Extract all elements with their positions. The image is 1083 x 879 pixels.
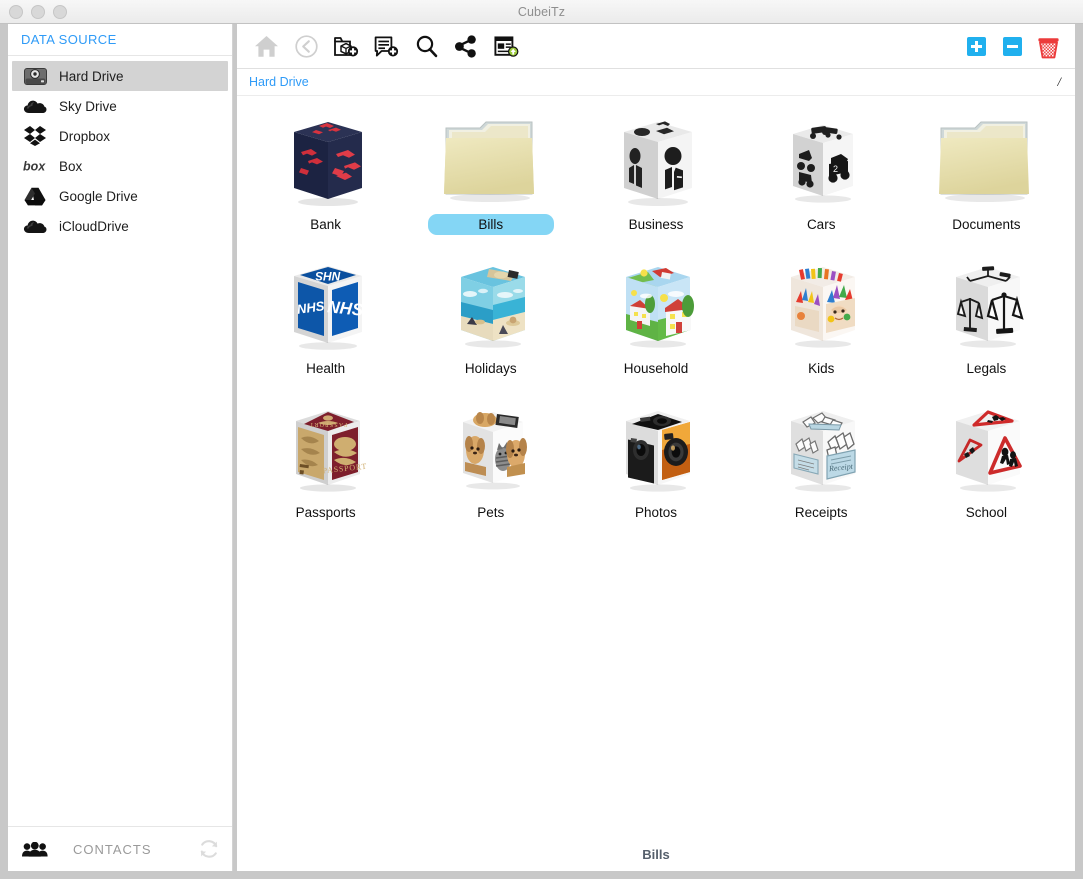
refresh-icon[interactable] — [198, 838, 220, 860]
bank-cube-icon — [261, 102, 391, 214]
grid-item-label: Health — [306, 361, 346, 376]
sidebar-item-box[interactable]: box Box — [12, 151, 228, 181]
grid-item-label: Business — [628, 217, 684, 232]
home-icon[interactable] — [251, 31, 281, 61]
breadcrumb-path: / — [1057, 74, 1061, 89]
grid-item-holidays[interactable]: Holidays — [408, 246, 573, 390]
grid-item-household[interactable]: Household — [573, 246, 738, 390]
grid-item-bank[interactable]: Bank — [243, 102, 408, 246]
grid-item-bills[interactable]: Bills — [408, 102, 573, 246]
sidebar-item-label: iCloudDrive — [59, 218, 129, 234]
kids-cube-icon — [756, 246, 886, 358]
dropbox-icon — [22, 125, 48, 147]
sidebar-item-hard-drive[interactable]: Hard Drive — [12, 61, 228, 91]
box-icon: box — [22, 155, 48, 177]
data-source-list: Hard Drive Sky Drive Dropbox box Box Goo… — [8, 56, 232, 826]
contacts-label: CONTACTS — [73, 841, 152, 857]
svg-text:NHS: NHS — [315, 269, 340, 283]
breadcrumb: Hard Drive / — [237, 69, 1075, 96]
grid-item-label: Receipts — [794, 505, 848, 520]
svg-text:PASSPORT: PASSPORT — [308, 421, 346, 427]
cube-grid: Bank Bills Business 2 Cars Documents NHS… — [237, 102, 1075, 534]
grid-item-label: Holidays — [464, 361, 517, 376]
status-bar: Bills — [237, 837, 1075, 871]
contacts-people-icon — [22, 838, 48, 860]
school-cube-icon — [921, 390, 1051, 502]
grid-item-label: Documents — [952, 217, 1021, 232]
grid-item-health[interactable]: NHS NHS NHS Health — [243, 246, 408, 390]
search-icon[interactable] — [411, 31, 441, 61]
photos-cube-icon — [591, 390, 721, 502]
sidebar-item-icloud-drive[interactable]: iCloudDrive — [12, 211, 228, 241]
svg-text:box: box — [23, 160, 46, 174]
grid-item-label: Legals — [966, 361, 1007, 376]
icloud-drive-icon — [22, 215, 48, 237]
sidebar-footer: CONTACTS — [8, 826, 232, 871]
grid-item-label: Bank — [310, 217, 341, 232]
grid-item-photos[interactable]: Photos — [573, 390, 738, 534]
cars-cube-icon: 2 — [756, 102, 886, 214]
grid-item-label: Pets — [477, 505, 505, 520]
toolbar — [237, 24, 1075, 69]
share-icon[interactable] — [451, 31, 481, 61]
svg-text:2: 2 — [833, 164, 838, 174]
grid-item-label: Kids — [808, 361, 835, 376]
sidebar-item-dropbox[interactable]: Dropbox — [12, 121, 228, 151]
holidays-cube-icon — [426, 246, 556, 358]
sidebar-item-sky-drive[interactable]: Sky Drive — [12, 91, 228, 121]
grid-item-passports[interactable]: PASSPORT PASSPORT Passports — [243, 390, 408, 534]
grid-item-label: Cars — [806, 217, 836, 232]
back-icon[interactable] — [291, 31, 321, 61]
grid-item-cars[interactable]: 2 Cars — [739, 102, 904, 246]
legals-cube-icon — [921, 246, 1051, 358]
bills-folder-icon — [426, 102, 556, 214]
breadcrumb-current[interactable]: Hard Drive — [249, 75, 309, 89]
sidebar-item-label: Sky Drive — [59, 98, 117, 114]
sidebar-item-label: Dropbox — [59, 128, 111, 144]
data-source-header: DATA SOURCE — [8, 24, 232, 56]
toolbar-right-group — [961, 31, 1063, 61]
content-area: Bank Bills Business 2 Cars Documents NHS… — [237, 96, 1075, 837]
grid-item-kids[interactable]: Kids — [739, 246, 904, 390]
receipts-cube-icon: Receipt — [756, 390, 886, 502]
pets-cube-icon — [426, 390, 556, 502]
status-text: Bills — [642, 846, 670, 862]
documents-folder-icon — [921, 102, 1051, 214]
zoom-in-button[interactable] — [961, 31, 991, 61]
grid-item-school[interactable]: School — [904, 390, 1069, 534]
sky-drive-icon — [22, 95, 48, 117]
toolbar-left-group — [251, 31, 521, 61]
hard-drive-icon — [22, 65, 48, 87]
sidebar-item-label: Box — [59, 158, 83, 174]
grid-item-pets[interactable]: Pets — [408, 390, 573, 534]
grid-item-label: Photos — [634, 505, 677, 520]
grid-item-label: School — [965, 505, 1008, 520]
window-title: CubeiTz — [517, 4, 566, 19]
title-bar: CubeiTz — [0, 0, 1083, 24]
grid-item-label: Bills — [427, 214, 554, 235]
grid-item-label: Household — [623, 361, 689, 376]
sidebar: DATA SOURCE Hard Drive Sky Drive Dropbox… — [8, 24, 233, 871]
grid-item-legals[interactable]: Legals — [904, 246, 1069, 390]
add-note-icon[interactable] — [371, 31, 401, 61]
grid-item-receipts[interactable]: Receipt Receipts — [739, 390, 904, 534]
sidebar-item-label: Hard Drive — [59, 68, 124, 84]
passports-cube-icon: PASSPORT PASSPORT — [261, 390, 391, 502]
google-drive-icon — [22, 185, 48, 207]
add-cube-icon[interactable] — [331, 31, 361, 61]
zoom-out-button[interactable] — [997, 31, 1027, 61]
svg-text:NHS: NHS — [326, 297, 364, 320]
trash-button[interactable] — [1033, 31, 1063, 61]
grid-item-label: Passports — [295, 505, 356, 520]
upload-icon[interactable] — [491, 31, 521, 61]
grid-item-business[interactable]: Business — [573, 102, 738, 246]
health-cube-icon: NHS NHS NHS — [261, 246, 391, 358]
main-panel: Hard Drive / Bank Bills Business 2 Cars … — [237, 24, 1075, 871]
sidebar-item-google-drive[interactable]: Google Drive — [12, 181, 228, 211]
household-cube-icon — [591, 246, 721, 358]
app-window: CubeiTz DATA SOURCE Hard Drive Sky Drive… — [0, 0, 1083, 879]
grid-item-documents[interactable]: Documents — [904, 102, 1069, 246]
sidebar-item-label: Google Drive — [59, 188, 138, 204]
business-cube-icon — [591, 102, 721, 214]
